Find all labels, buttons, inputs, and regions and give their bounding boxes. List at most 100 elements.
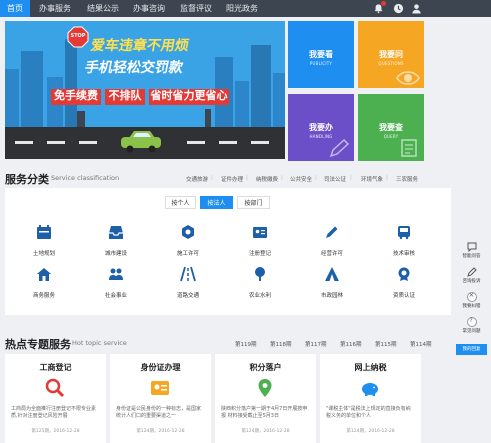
quick-link-ask[interactable]: 我要问 QUESTIONS (358, 21, 424, 88)
side-item-label: 常见问题 (462, 329, 481, 334)
period-link-115[interactable]: 第115期 (375, 340, 397, 348)
service-business-license[interactable]: 经营许可 (302, 224, 362, 257)
piggy-bank-icon (362, 383, 378, 396)
service-label: 土地规划 (32, 251, 55, 257)
card-title: 积分落户 (249, 363, 282, 372)
side-item-faq[interactable]: ? 常见问题 (456, 317, 487, 334)
topic-link-environment[interactable]: 环境气象 (361, 175, 383, 183)
quick-link-ask-subtitle: QUESTIONS (378, 61, 404, 66)
hot-card-id-card[interactable]: 身份证办理 身份证是公民身份的一种标志，是国家统计人们口的重要渠道之一 第124… (110, 354, 211, 443)
user-icon[interactable] (411, 3, 422, 14)
service-social-affairs[interactable]: 社会事业 (86, 266, 146, 299)
quick-link-query[interactable]: 我要查 QUERY (358, 94, 424, 161)
service-commerce[interactable]: 商务服务 (14, 266, 74, 299)
medal-icon (398, 267, 410, 281)
card-title: 网上纳税 (354, 363, 387, 372)
topic-link-transport[interactable]: 交通旅游 (186, 175, 208, 183)
side-item-smart-qa[interactable]: 智能问答 (456, 242, 487, 259)
banner-tile-3: 省时省力更省心 (149, 89, 229, 105)
service-registration[interactable]: 注册登记 (230, 224, 290, 257)
hot-card-business-registration[interactable]: 工商登记 工商局为全面推行注册登记不限专业素质,针对注册登记风险开展 第125期… (5, 354, 106, 443)
close-circle-icon: × (466, 291, 477, 302)
service-agriculture-water[interactable]: 农业水利 (230, 266, 290, 299)
service-road-traffic[interactable]: 道路交通 (158, 266, 218, 299)
card-description: "课税主体"是税法上规定的直接负有纳税义务的单位和个人 (326, 406, 411, 419)
service-label: 道路交通 (176, 293, 199, 299)
hot-card-points-settlement[interactable]: 积分落户 陕西积分落户第一期于4月7日开展按申报 材料接受截止至5月3日 第12… (215, 354, 316, 443)
side-item-label: 智能问答 (462, 254, 481, 259)
clock-icon[interactable] (393, 3, 404, 14)
magnifier-icon (45, 378, 65, 398)
notification-badge (381, 1, 386, 6)
hot-card-online-tax[interactable]: 网上纳税 "课税主体"是税法上规定的直接负有纳税义务的单位和个人 第124期，2… (320, 354, 421, 443)
quick-link-view-subtitle: PUBLICITY (309, 61, 333, 66)
nav-item-supervision[interactable]: 监督评议 (177, 0, 215, 17)
side-item-complaint[interactable]: 咨询投诉 (456, 267, 487, 284)
card-meta: 第124期，2016-12-28 (346, 429, 395, 434)
card-description: 陕西积分落户第一期于4月7日开展按申报 材料接受截止至5月3日 (221, 406, 308, 419)
service-label: 经营许可 (320, 251, 343, 257)
topic-link-safety[interactable]: 公共安全 (290, 175, 312, 183)
nav-item-home[interactable]: 首页 (0, 0, 30, 17)
service-technical-review[interactable]: 技术审核 (374, 224, 434, 257)
road-icon (180, 266, 196, 282)
period-link-116[interactable]: 第116期 (340, 340, 362, 348)
service-label: 商务服务 (32, 293, 55, 299)
quick-link-view[interactable]: 我要看 PUBLICITY (288, 21, 354, 88)
topic-link-certificates[interactable]: 证件办理 (221, 175, 243, 183)
tent-icon (325, 267, 339, 281)
topic-link-notary[interactable]: 司法公证 (324, 175, 346, 183)
eye-icon (396, 71, 420, 85)
service-construction-permit[interactable]: 施工许可 (158, 224, 218, 257)
banner-headline-1: 爱车违章不用烦 (89, 38, 191, 54)
quick-link-handle[interactable]: 我要办 HANDLING (288, 94, 354, 161)
topic-link-tax[interactable]: 纳税缴费 (256, 175, 278, 183)
service-label: 市政园林 (320, 293, 343, 299)
services-subtitle: Service classification (51, 174, 120, 182)
period-link-118[interactable]: 第118期 (270, 340, 292, 348)
pen-icon (326, 226, 338, 238)
pin-icon (258, 379, 272, 397)
tree-icon (255, 267, 265, 281)
carousel-dots (137, 151, 155, 159)
period-link-119[interactable]: 第119期 (235, 340, 257, 348)
services-panel: 按个人 按法人 按部门 土地规划 城市建设 施工许可 注册登记 经营许可 技术审… (5, 188, 451, 315)
service-urban-construction[interactable]: 城市建设 (86, 224, 146, 257)
service-land-planning[interactable]: 土地规划 (14, 224, 74, 257)
nav-item-results[interactable]: 结果公示 (84, 0, 122, 17)
banner-tile-2: 不排队 (105, 89, 145, 105)
service-label: 农业水利 (248, 293, 271, 299)
id-card-icon (253, 227, 267, 238)
nav-item-consult[interactable]: 办事咨询 (130, 0, 168, 17)
card-meta: 第124期，2016-12-28 (241, 429, 290, 434)
id-card-icon (151, 381, 169, 395)
chat-icon (467, 242, 476, 252)
banner-carousel[interactable]: STOP 爱车违章不用烦 手机轻松交罚款 免手续费 不排队 省时省力更省心 (5, 21, 285, 159)
services-title: 服务分类 (5, 173, 49, 186)
nav-item-affairs[interactable]: 阳光政务 (223, 0, 261, 17)
top-nav-bar: 首页 办事服务 结果公示 办事咨询 监督评议 阳光政务 (0, 0, 491, 17)
edit-icon (466, 267, 477, 277)
service-label: 注册登记 (248, 251, 271, 257)
quick-link-query-title: 我要查 (379, 123, 403, 132)
pencil-icon (329, 138, 350, 158)
car-illustration (121, 131, 161, 153)
period-link-114[interactable]: 第114期 (410, 340, 432, 348)
hot-topics-subtitle: Hot topic service (72, 339, 127, 347)
period-link-117[interactable]: 第117期 (305, 340, 327, 348)
service-label: 技术审核 (392, 251, 415, 257)
bus-icon (398, 226, 410, 240)
my-replies-button[interactable]: 我的回复 (456, 344, 487, 355)
topic-link-agriculture[interactable]: 三农服务 (396, 175, 418, 183)
people-icon (109, 268, 123, 280)
side-item-report-error[interactable]: × 我要纠错 (456, 291, 487, 309)
hot-topics-title: 热点专题服务 (5, 338, 71, 351)
nav-item-services[interactable]: 办事服务 (36, 0, 74, 17)
tab-by-person[interactable]: 按个人 (165, 196, 196, 209)
inbox-icon (109, 226, 123, 239)
service-qualification[interactable]: 资质认证 (374, 266, 434, 299)
service-label: 资质认证 (392, 293, 415, 299)
tab-by-department[interactable]: 按部门 (237, 196, 270, 209)
tab-by-legal-entity[interactable]: 按法人 (200, 196, 233, 209)
service-municipal-gardens[interactable]: 市政园林 (302, 266, 362, 299)
